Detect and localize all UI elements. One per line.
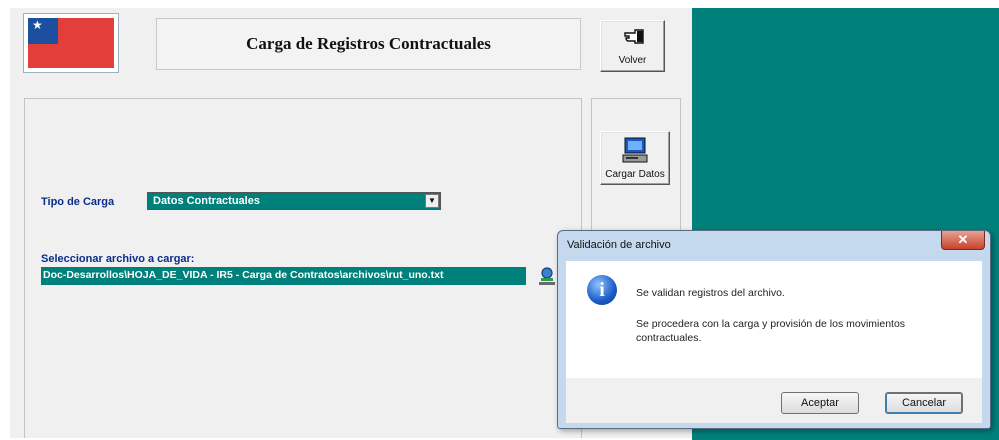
file-select-label: Seleccionar archivo a cargar: [41,253,195,265]
load-data-button[interactable]: Cargar Datos [600,131,670,185]
file-path-field[interactable]: Doc-Desarrollos\HOJA_DE_VIDA - IR5 - Car… [41,267,526,285]
page-title: Carga de Registros Contractuales [246,34,491,53]
dialog-body: i Se validan registros del archivo. Se p… [566,261,982,378]
pointing-hand-icon [624,29,644,44]
load-type-value: Datos Contractuales [153,195,260,207]
load-type-select[interactable]: Datos Contractuales ▼ [147,192,441,210]
file-path-value: Doc-Desarrollos\HOJA_DE_VIDA - IR5 - Car… [43,269,444,281]
cancel-button[interactable]: Cancelar [885,392,963,414]
title-banner: Carga de Registros Contractuales [156,18,581,70]
back-button[interactable]: Volver [600,20,665,72]
close-icon[interactable]: ✕ [941,231,985,250]
back-button-label: Volver [618,55,647,66]
accept-button[interactable]: Aceptar [781,392,859,414]
dialog-message-secondary: Se procedera con la carga y provisión de… [636,318,906,344]
government-logo: ★ [23,13,119,73]
browse-file-icon[interactable] [537,265,557,287]
info-icon: i [587,275,617,305]
computer-icon [622,137,648,163]
load-type-label: Tipo de Carga [41,196,115,208]
dialog-footer: Aceptar Cancelar [566,378,982,423]
load-data-button-label: Cargar Datos [605,169,665,180]
validation-dialog: Validación de archivo ✕ i Se validan reg… [557,230,991,429]
dialog-message-primary: Se validan registros del archivo. [636,287,785,299]
dialog-title: Validación de archivo [567,239,671,251]
chevron-down-icon[interactable]: ▼ [425,194,439,208]
